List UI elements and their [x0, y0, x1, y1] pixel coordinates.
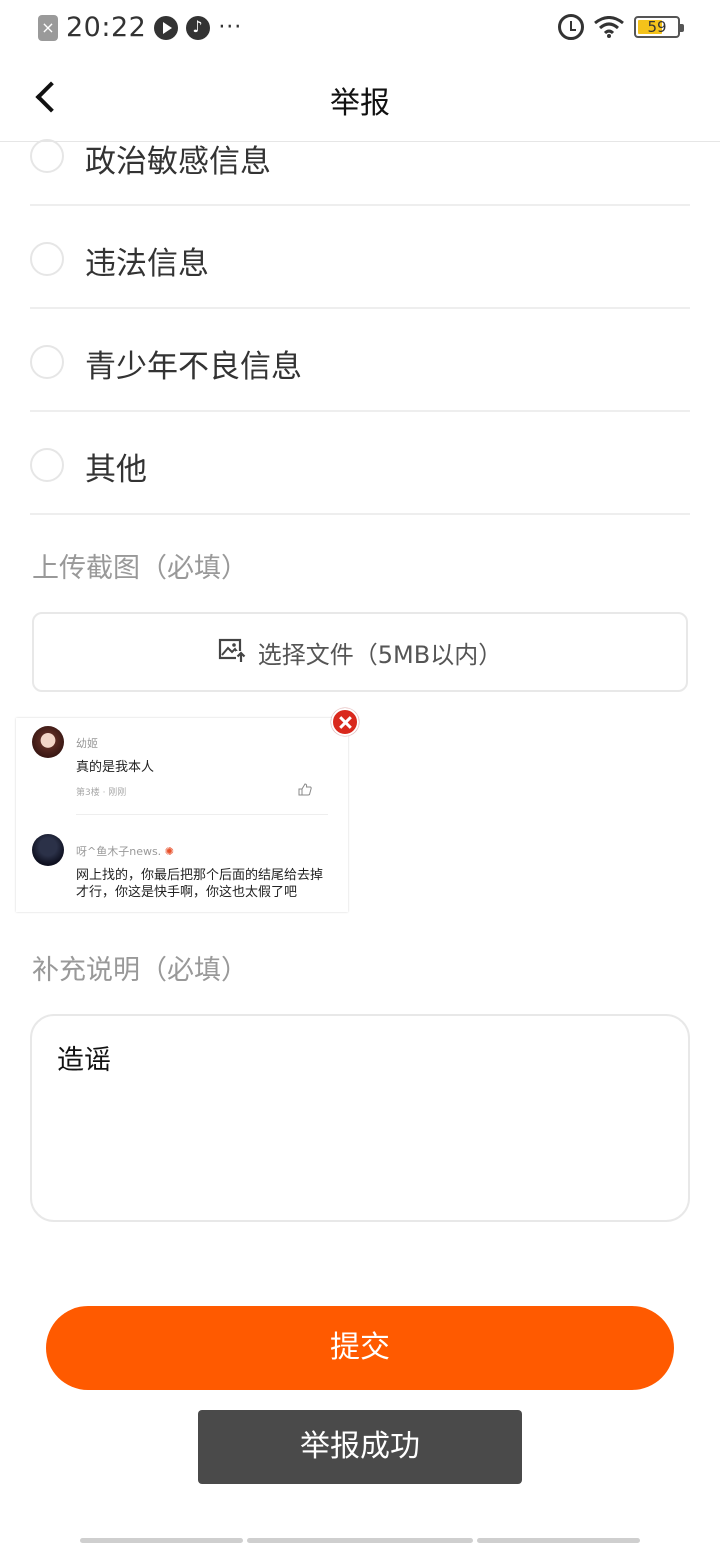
page-title: 举报 — [330, 86, 390, 121]
comment-text: 真的是我本人 — [76, 760, 155, 775]
comment-divider — [76, 814, 328, 815]
option-item[interactable]: 青少年不良信息 — [30, 309, 690, 412]
choose-file-label: 选择文件（5MB以内） — [257, 640, 503, 669]
comment-author: 呀^鱼木子news. ✺ — [76, 843, 174, 859]
radio-button[interactable] — [30, 448, 64, 482]
more-dots-icon: ··· — [218, 15, 243, 40]
wifi-icon — [594, 16, 624, 38]
status-bar: × 20:22 ··· 59 — [0, 0, 720, 56]
option-item[interactable]: 违法信息 — [30, 206, 690, 309]
nav-bar-segment — [80, 1538, 243, 1543]
description-section-label: 补充说明（必填） — [32, 955, 248, 986]
status-time: 20:22 — [66, 12, 147, 43]
description-textarea[interactable]: 造谣 — [30, 1014, 690, 1222]
battery-level: 59 — [647, 18, 667, 36]
option-label: 其他 — [85, 452, 147, 488]
description-value[interactable]: 造谣 — [57, 1038, 111, 1077]
image-upload-icon — [218, 637, 246, 667]
anger-emoji-icon: ✺ — [164, 845, 174, 858]
option-label: 政治敏感信息 — [85, 144, 271, 180]
notification-x-icon: × — [38, 14, 58, 41]
video-play-icon — [154, 15, 179, 40]
option-label: 青少年不良信息 — [85, 349, 302, 385]
success-toast: 举报成功 — [198, 1410, 522, 1484]
radio-button[interactable] — [30, 345, 64, 379]
battery-icon: 59 — [634, 16, 684, 38]
option-label: 违法信息 — [85, 246, 209, 282]
avatar — [32, 726, 64, 758]
choose-file-button[interactable]: 选择文件（5MB以内） — [32, 612, 688, 692]
submit-button[interactable]: 提交 — [46, 1306, 674, 1390]
nav-bar-segment — [247, 1538, 473, 1543]
alarm-icon — [558, 14, 584, 40]
thumbs-up-icon — [298, 781, 312, 800]
status-left: × 20:22 ··· — [38, 12, 242, 43]
report-options: 政治敏感信息 违法信息 青少年不良信息 其他 — [30, 139, 690, 515]
nav-bar-segment — [477, 1538, 640, 1543]
option-item[interactable]: 其他 — [30, 412, 690, 515]
comment-author-name: 呀^鱼木子news. — [76, 845, 162, 858]
comment-author: 幼姬 — [76, 737, 98, 750]
status-right: 59 — [558, 14, 684, 40]
avatar — [32, 834, 64, 866]
music-icon — [186, 15, 211, 40]
uploaded-screenshot-thumbnail[interactable]: 幼姬 真的是我本人 第3楼 · 刚刚 呀^鱼木子news. ✺ 网上找的，你最后… — [16, 718, 348, 912]
option-item[interactable]: 政治敏感信息 — [30, 139, 690, 206]
header: 举报 — [0, 56, 720, 142]
comment-text: 网上找的，你最后把那个后面的结尾给去掉才行，你这是快手啊，你这也太假了吧 — [76, 868, 324, 900]
remove-image-button[interactable] — [331, 708, 359, 736]
comment-meta: 第3楼 · 刚刚 — [76, 788, 127, 798]
radio-button[interactable] — [30, 139, 64, 173]
radio-button[interactable] — [30, 242, 64, 276]
upload-section-label: 上传截图（必填） — [32, 553, 248, 584]
